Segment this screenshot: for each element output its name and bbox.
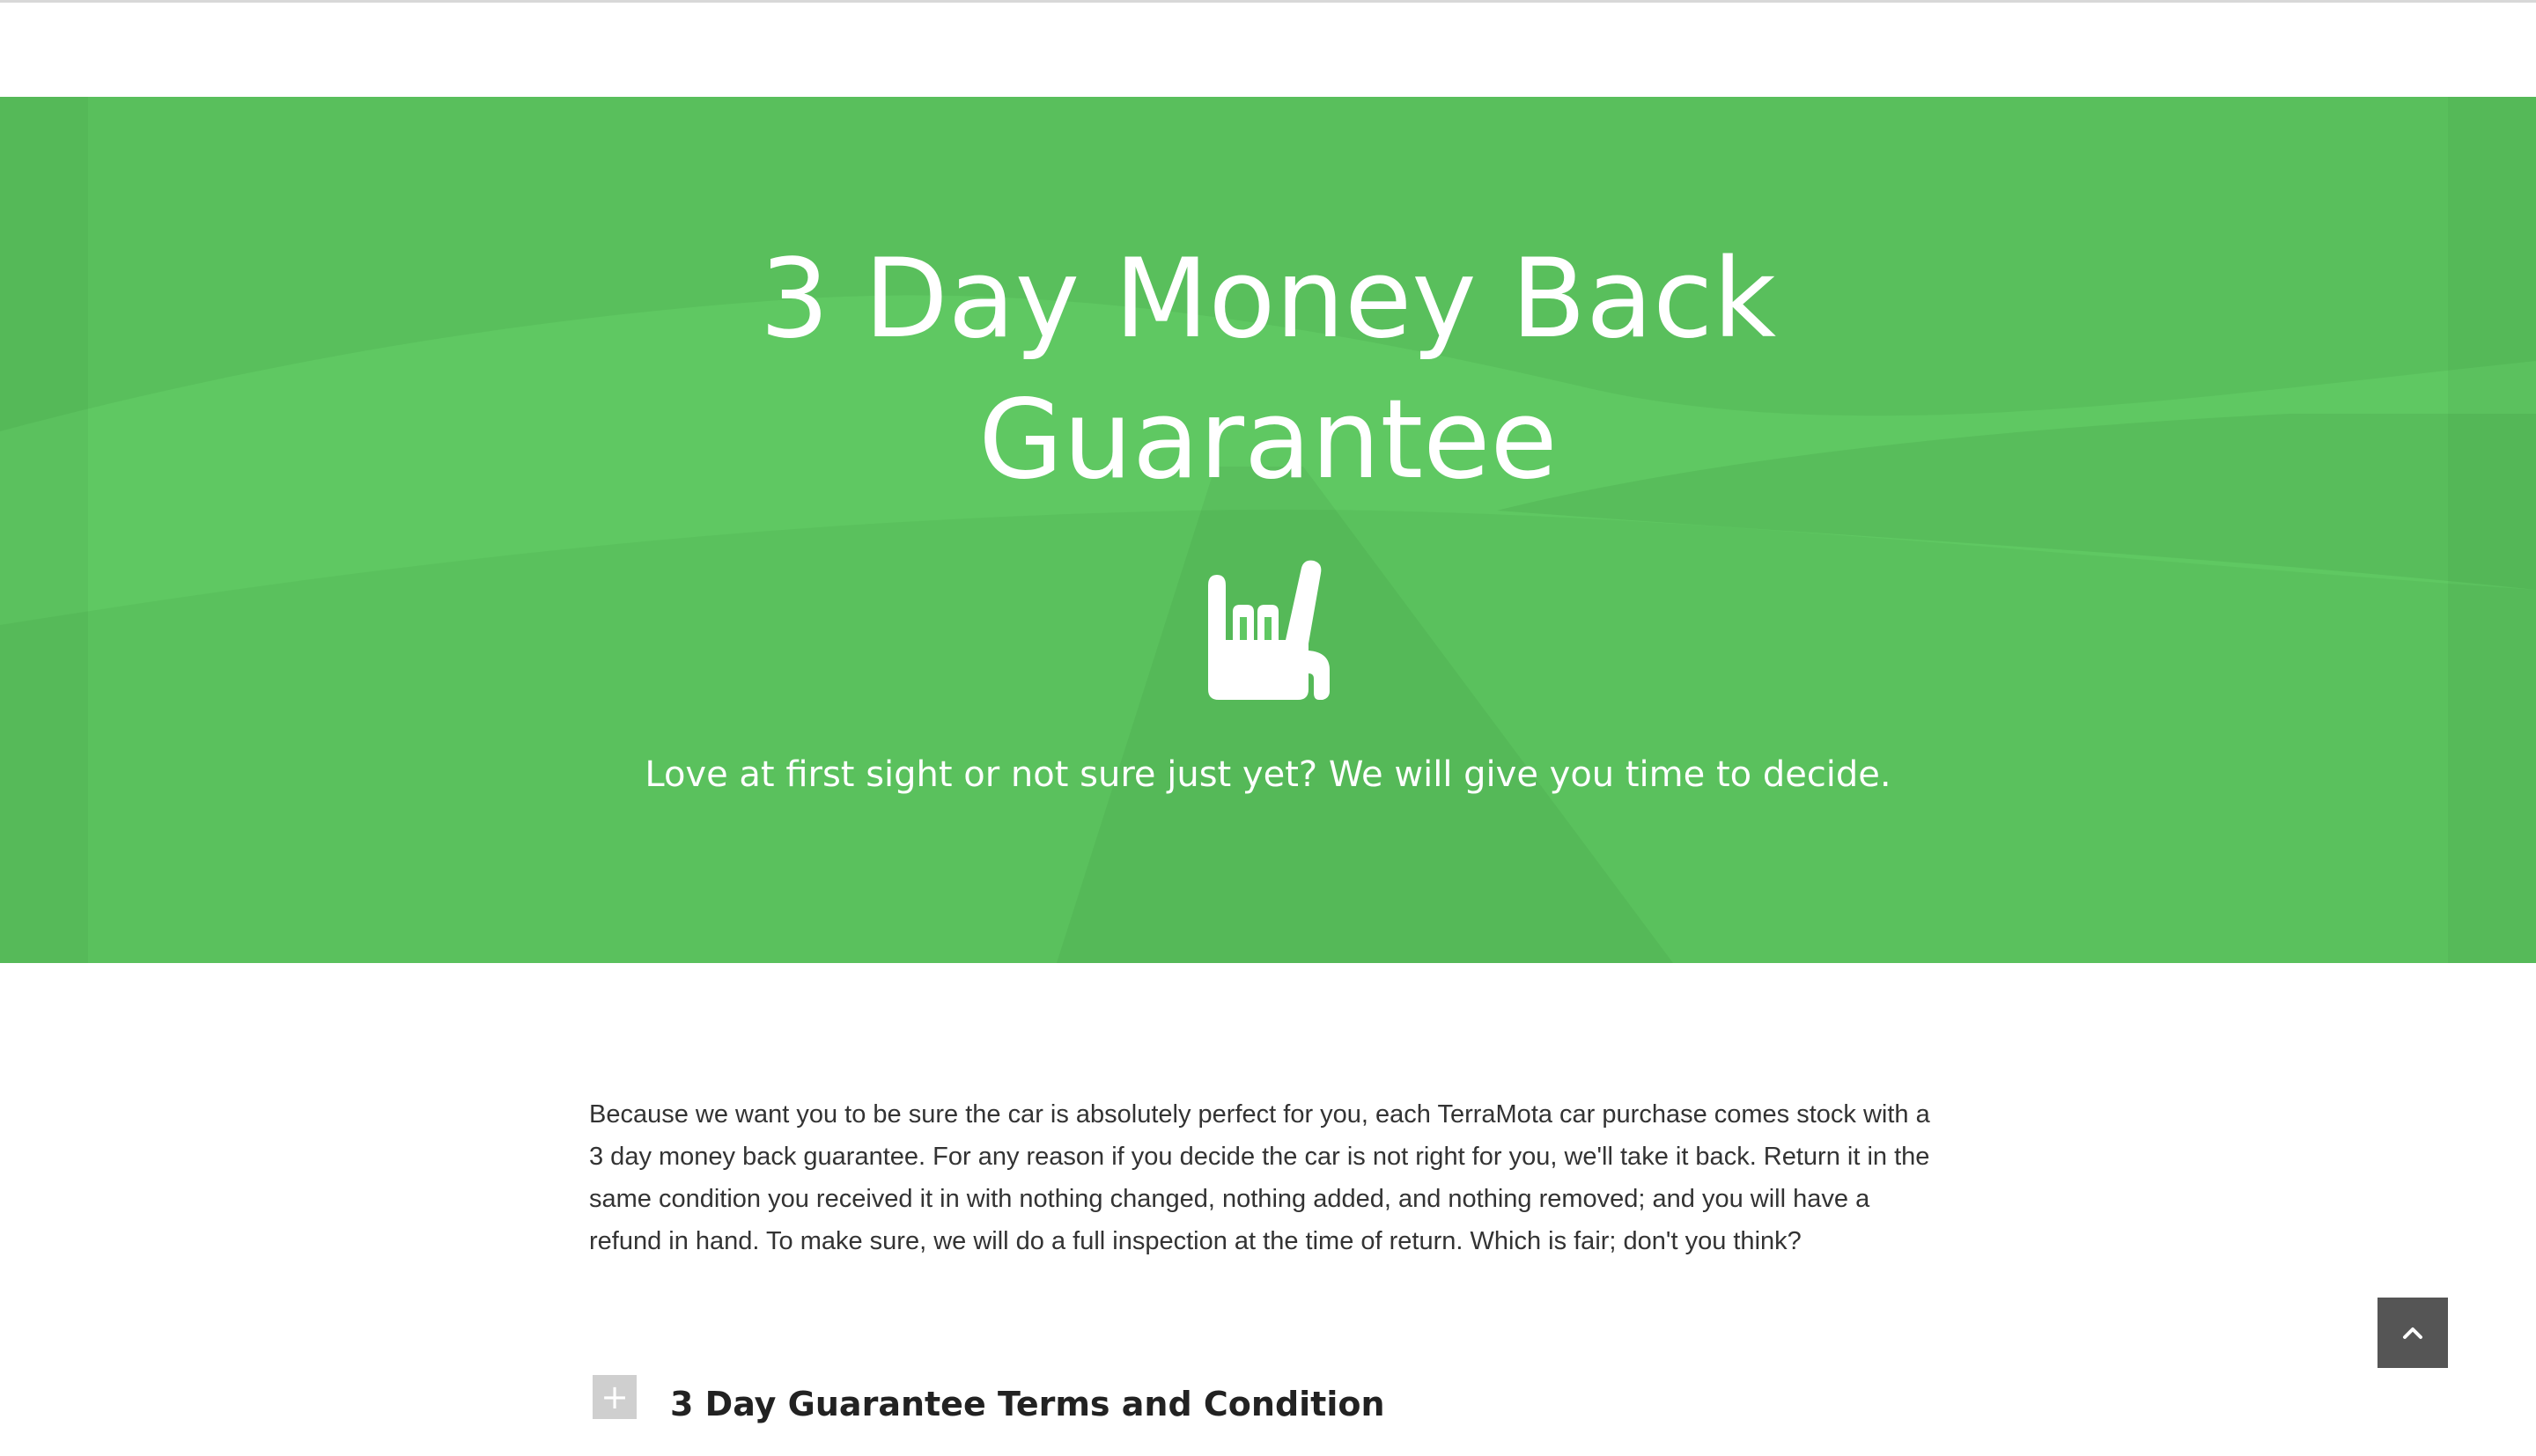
page-title-line-1: 3 Day Money Back	[759, 236, 1777, 363]
scroll-to-top-button[interactable]	[2378, 1298, 2448, 1368]
page-title-line-2: Guarantee	[978, 377, 1558, 504]
page-title: 3 Day Money Back Guarantee	[0, 229, 2536, 511]
hero-banner: 3 Day Money Back Guarantee Love at first…	[0, 97, 2536, 963]
accordion-title[interactable]: 3 Day Guarantee Terms and Condition	[670, 1382, 1385, 1426]
guarantee-description: Because we want you to be sure the car i…	[589, 1100, 1930, 1255]
hero-subtitle: Love at first sight or not sure just yet…	[645, 754, 1891, 795]
hero-background-scenery	[0, 97, 2536, 963]
chevron-up-icon	[2403, 1327, 2422, 1339]
accordion-expand-button[interactable]: +	[593, 1375, 637, 1419]
rock-on-hand-icon	[1208, 560, 1330, 700]
terms-accordion[interactable]: + 3 Day Guarantee Terms and Condition	[593, 1375, 1949, 1437]
top-divider	[0, 0, 2536, 3]
